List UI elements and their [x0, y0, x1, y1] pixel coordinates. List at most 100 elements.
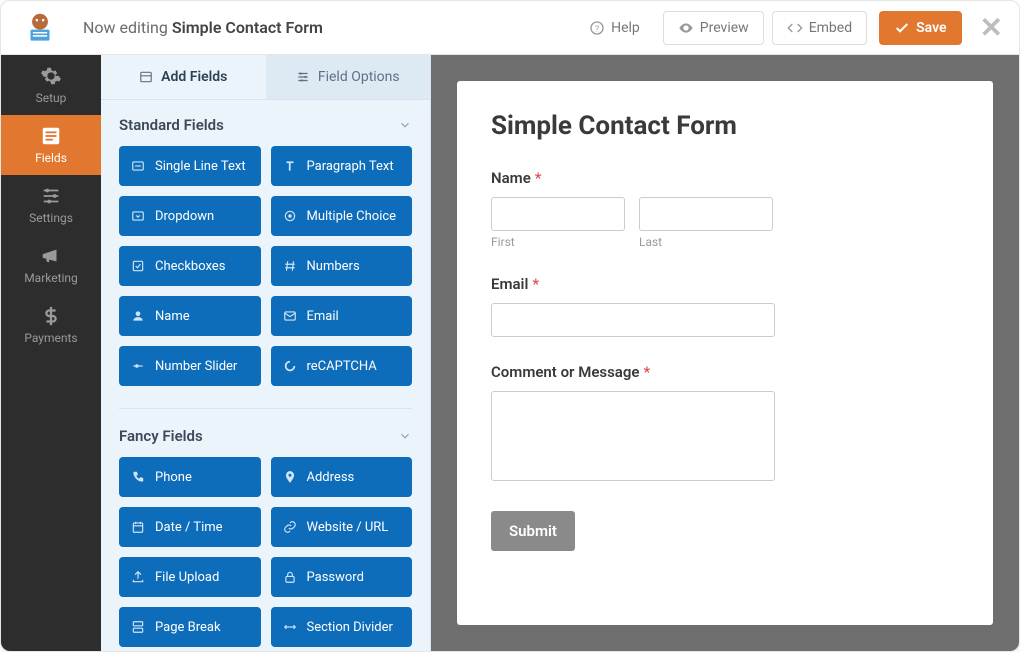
- first-name-input[interactable]: [491, 197, 625, 231]
- last-name-input[interactable]: [639, 197, 773, 231]
- nav-fields[interactable]: Fields: [1, 115, 101, 175]
- field-chip-number-slider[interactable]: Number Slider: [119, 346, 261, 386]
- link-icon: [283, 520, 297, 534]
- submit-button[interactable]: Submit: [491, 511, 575, 551]
- text-icon: [131, 159, 145, 173]
- main-body: Setup Fields Settings Marketing Payments Add…: [1, 55, 1019, 651]
- check-icon: [894, 20, 910, 36]
- field-chip-numbers[interactable]: Numbers: [271, 246, 413, 286]
- field-chip-phone[interactable]: Phone: [119, 457, 261, 497]
- field-chip-date-time[interactable]: Date / Time: [119, 507, 261, 547]
- slider-icon: [131, 359, 145, 373]
- lock-icon: [283, 570, 297, 584]
- nav-marketing[interactable]: Marketing: [1, 235, 101, 295]
- chevron-down-icon: [398, 118, 412, 132]
- left-nav: Setup Fields Settings Marketing Payments: [1, 55, 101, 651]
- field-name[interactable]: Name* First Last: [491, 169, 959, 249]
- field-chip-label: Section Divider: [307, 620, 393, 635]
- field-chip-file-upload[interactable]: File Upload: [119, 557, 261, 597]
- divider-icon: [283, 620, 297, 634]
- field-group-header[interactable]: Standard Fields: [119, 106, 412, 142]
- field-chip-label: Number Slider: [155, 359, 237, 374]
- nav-payments[interactable]: Payments: [1, 295, 101, 355]
- field-group: Fancy Fields Phone AddressDate / TimeWebsi…: [101, 411, 430, 651]
- field-grid: Single Line Text Paragraph Text Dropdown Mu…: [119, 142, 412, 400]
- editing-label: Now editing Simple Contact Form: [83, 18, 323, 37]
- bullhorn-icon: [40, 245, 62, 267]
- calendar-icon: [131, 520, 145, 534]
- help-label: Help: [611, 20, 640, 36]
- field-chip-multiple-choice[interactable]: Multiple Choice: [271, 196, 413, 236]
- field-chip-name[interactable]: Name: [119, 296, 261, 336]
- field-chip-label: Dropdown: [155, 209, 214, 224]
- gear-icon: [40, 65, 62, 87]
- field-name-label: Name*: [491, 169, 959, 187]
- tab-field-options[interactable]: Field Options: [266, 55, 431, 99]
- field-group: Standard Fields Single Line Text Paragraph…: [101, 100, 430, 406]
- field-chip-website-url[interactable]: Website / URL: [271, 507, 413, 547]
- field-chip-address[interactable]: Address: [271, 457, 413, 497]
- dropdown-icon: [131, 209, 145, 223]
- topbar: Now editing Simple Contact Form ? Help P…: [1, 1, 1019, 55]
- field-group-title: Standard Fields: [119, 116, 224, 134]
- tab-field-options-label: Field Options: [318, 69, 400, 85]
- nav-label: Payments: [24, 331, 77, 345]
- message-textarea[interactable]: [491, 391, 775, 481]
- field-message-label: Comment or Message*: [491, 363, 959, 381]
- field-group-title: Fancy Fields: [119, 427, 203, 445]
- field-group-header[interactable]: Fancy Fields: [119, 417, 412, 453]
- nav-settings[interactable]: Settings: [1, 175, 101, 235]
- panel-tabs: Add Fields Field Options: [101, 55, 430, 100]
- tab-add-fields-label: Add Fields: [161, 69, 227, 85]
- field-chip-recaptcha[interactable]: reCAPTCHA: [271, 346, 413, 386]
- field-chip-email[interactable]: Email: [271, 296, 413, 336]
- field-chip-dropdown[interactable]: Dropdown: [119, 196, 261, 236]
- field-chip-label: Numbers: [307, 259, 360, 274]
- save-label: Save: [916, 20, 946, 36]
- panel-scroll[interactable]: Standard Fields Single Line Text Paragraph…: [101, 100, 430, 651]
- preview-button[interactable]: Preview: [663, 11, 764, 45]
- close-button[interactable]: ✕: [980, 11, 1003, 44]
- field-email-label: Email*: [491, 275, 959, 293]
- field-chip-label: Password: [307, 570, 364, 585]
- eye-icon: [678, 20, 694, 36]
- field-chip-label: reCAPTCHA: [307, 359, 377, 374]
- field-chip-label: Multiple Choice: [307, 209, 397, 224]
- field-chip-label: Paragraph Text: [307, 159, 394, 174]
- editing-prefix: Now editing: [83, 18, 168, 37]
- field-chip-single-line-text[interactable]: Single Line Text: [119, 146, 261, 186]
- field-chip-page-break[interactable]: Page Break: [119, 607, 261, 647]
- hash-icon: [283, 259, 297, 273]
- field-chip-label: Page Break: [155, 620, 221, 635]
- nav-label: Marketing: [24, 271, 78, 285]
- fields-panel: Add Fields Field Options Standard Fields…: [101, 55, 431, 651]
- first-name-sublabel: First: [491, 235, 625, 249]
- field-email[interactable]: Email*: [491, 275, 959, 337]
- required-asterisk: *: [532, 275, 539, 293]
- field-chip-section-divider[interactable]: Section Divider: [271, 607, 413, 647]
- field-chip-label: Checkboxes: [155, 259, 225, 274]
- nav-label: Setup: [36, 91, 67, 105]
- field-chip-label: Name: [155, 309, 190, 324]
- field-chip-label: Email: [307, 309, 339, 324]
- embed-label: Embed: [809, 20, 852, 36]
- sliders-icon: [40, 185, 62, 207]
- tab-add-fields[interactable]: Add Fields: [101, 55, 266, 99]
- field-chip-paragraph-text[interactable]: Paragraph Text: [271, 146, 413, 186]
- form-canvas[interactable]: Simple Contact Form Name* First Last: [457, 81, 993, 625]
- dollar-icon: [40, 305, 62, 327]
- field-message[interactable]: Comment or Message*: [491, 363, 959, 485]
- embed-button[interactable]: Embed: [772, 11, 867, 45]
- email-input[interactable]: [491, 303, 775, 337]
- svg-text:?: ?: [595, 24, 599, 34]
- nav-setup[interactable]: Setup: [1, 55, 101, 115]
- form-title: Simple Contact Form: [491, 111, 959, 141]
- help-button[interactable]: ? Help: [574, 11, 655, 45]
- phone-icon: [131, 470, 145, 484]
- field-chip-password[interactable]: Password: [271, 557, 413, 597]
- field-chip-label: Phone: [155, 470, 192, 485]
- form-icon: [40, 125, 62, 147]
- save-button[interactable]: Save: [879, 11, 961, 45]
- nav-label: Fields: [35, 151, 67, 165]
- field-chip-checkboxes[interactable]: Checkboxes: [119, 246, 261, 286]
